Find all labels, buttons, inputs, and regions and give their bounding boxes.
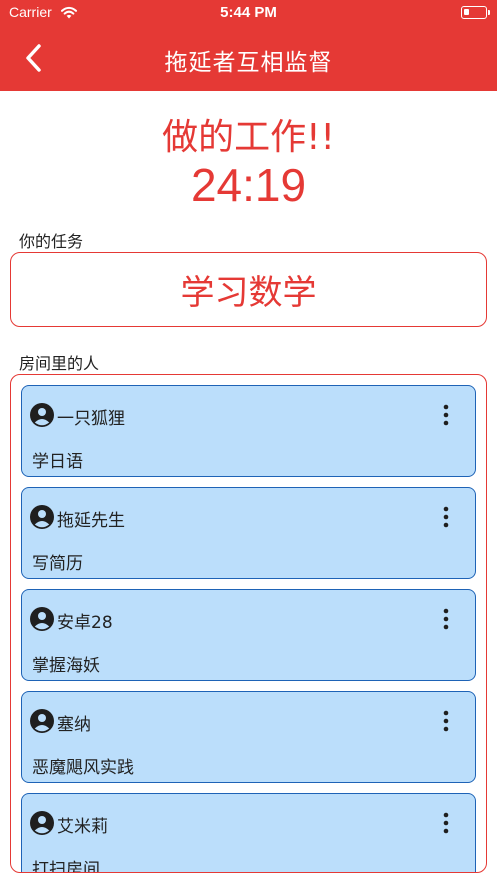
your-task-box: 学习数学 [10, 252, 487, 327]
person-name: 安卓28 [57, 613, 113, 633]
more-vert-icon[interactable] [438, 505, 454, 529]
work-heading: 做的工作!! [162, 117, 335, 158]
person-task: 恶魔飓风实践 [32, 758, 134, 778]
more-vert-icon[interactable] [438, 403, 454, 427]
battery-icon [461, 6, 490, 19]
page-title: 拖延者互相监督 [164, 50, 333, 76]
status-bar: Carrier 5:44 PM [0, 0, 497, 26]
account-circle-icon [30, 709, 54, 733]
person-task: 掌握海妖 [32, 656, 100, 676]
more-vert-icon[interactable] [438, 709, 454, 733]
account-circle-icon [30, 607, 54, 631]
more-vert-icon[interactable] [438, 811, 454, 835]
your-task-text: 学习数学 [180, 273, 317, 313]
person-task: 写简历 [32, 554, 83, 574]
account-circle-icon [30, 505, 54, 529]
your-task-label: 你的任务 [19, 232, 84, 251]
app-bar: Carrier 5:44 PM 拖延者互相监督 [0, 0, 497, 91]
person-card[interactable]: 塞纳 恶魔飓风实践 [21, 691, 476, 783]
person-task: 打扫房间 [32, 860, 100, 873]
room-people-list[interactable]: 一只狐狸 学日语 拖延先生 写简历 安卓28 掌握海妖 塞纳 恶魔飓风实践 艾米… [10, 374, 487, 873]
person-card[interactable]: 一只狐狸 学日语 [21, 385, 476, 477]
room-label: 房间里的人 [19, 354, 100, 373]
person-card[interactable]: 拖延先生 写简历 [21, 487, 476, 579]
account-circle-icon [30, 403, 54, 427]
person-name: 塞纳 [57, 715, 91, 735]
person-card[interactable]: 安卓28 掌握海妖 [21, 589, 476, 681]
person-name: 拖延先生 [57, 511, 125, 531]
person-card[interactable]: 艾米莉 打扫房间 [21, 793, 476, 873]
account-circle-icon [30, 811, 54, 835]
status-time: 5:44 PM [220, 4, 277, 21]
more-vert-icon[interactable] [438, 607, 454, 631]
person-name: 一只狐狸 [57, 409, 125, 429]
countdown-timer: 24:19 [190, 159, 307, 211]
person-task: 学日语 [32, 452, 83, 472]
person-name: 艾米莉 [57, 817, 108, 837]
